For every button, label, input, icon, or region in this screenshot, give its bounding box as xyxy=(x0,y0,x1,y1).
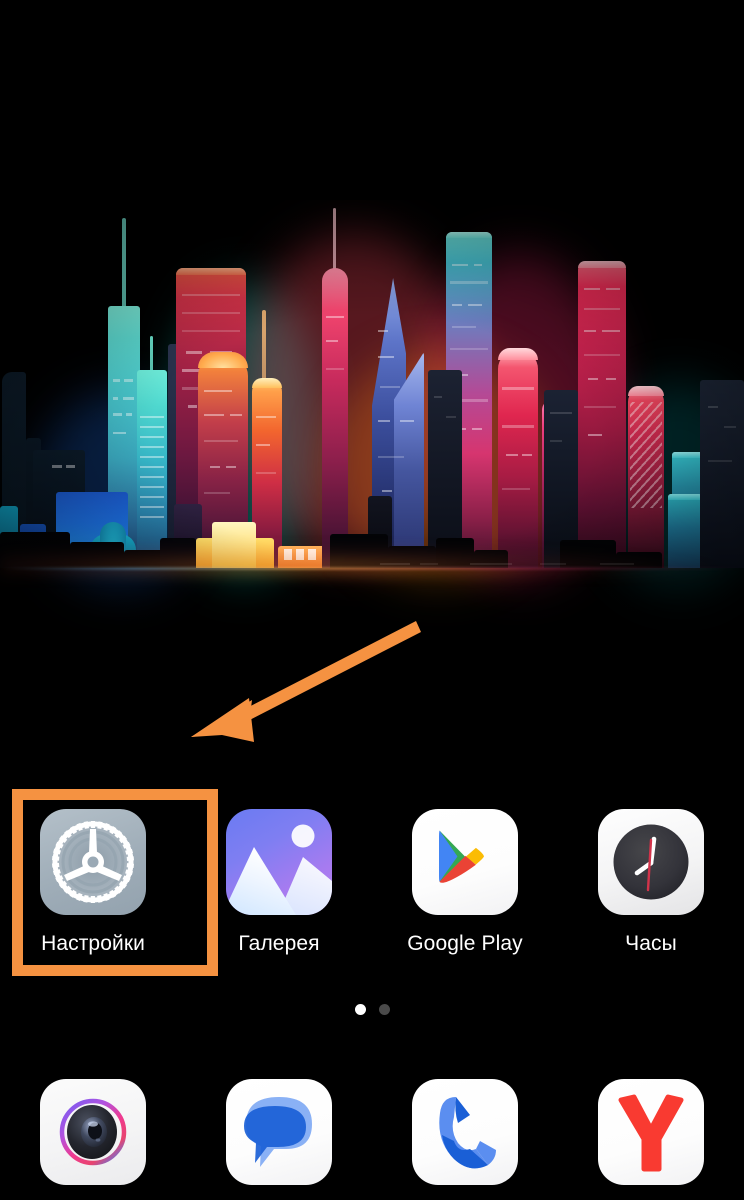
dock-item-yandex[interactable] xyxy=(558,1070,744,1194)
clock-icon[interactable] xyxy=(598,809,704,915)
app-icon-gallery[interactable]: Галерея xyxy=(186,790,372,980)
wallpaper xyxy=(0,200,744,630)
app-label: Часы xyxy=(625,932,677,955)
dock-item-messages[interactable] xyxy=(186,1070,372,1194)
app-grid: Настройки Галерея Google Play Часы xyxy=(0,790,744,980)
messages-icon[interactable] xyxy=(226,1079,332,1185)
app-label: Настройки xyxy=(41,932,145,955)
app-icon-settings[interactable]: Настройки xyxy=(0,790,186,980)
yandex-y-icon[interactable] xyxy=(598,1079,704,1185)
home-screen: Настройки Галерея Google Play Часы xyxy=(0,0,744,1200)
camera-icon[interactable] xyxy=(40,1079,146,1185)
phone-icon[interactable] xyxy=(412,1079,518,1185)
gallery-photo-icon[interactable] xyxy=(226,809,332,915)
annotation-arrow xyxy=(191,621,421,742)
dock xyxy=(0,1070,744,1194)
dock-item-camera[interactable] xyxy=(0,1070,186,1194)
google-play-icon[interactable] xyxy=(412,809,518,915)
dock-item-phone[interactable] xyxy=(372,1070,558,1194)
settings-gear-icon[interactable] xyxy=(40,809,146,915)
page-dot-inactive[interactable] xyxy=(378,1004,390,1015)
app-label: Google Play xyxy=(407,932,523,955)
wallpaper-vignette xyxy=(0,200,744,630)
app-label: Галерея xyxy=(238,932,320,955)
app-icon-clock[interactable]: Часы xyxy=(558,790,744,980)
app-icon-google-play[interactable]: Google Play xyxy=(372,790,558,980)
page-dot-active[interactable] xyxy=(354,1004,366,1015)
page-indicator xyxy=(0,1004,744,1015)
